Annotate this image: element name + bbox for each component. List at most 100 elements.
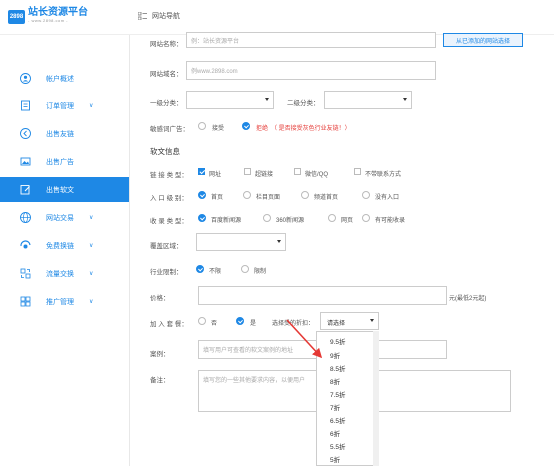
domain-label: 网站域名： [150, 71, 183, 78]
pick-site-button[interactable]: 从已添加的网站选择 [443, 33, 523, 47]
price-input[interactable] [198, 286, 447, 305]
discount-select[interactable]: 请选择 [320, 312, 379, 330]
entry-radio-home[interactable] [198, 191, 206, 199]
package-label: 加 入 套 餐： [150, 321, 188, 328]
sidebar-item-promotion[interactable]: 推广管理 ∨ [0, 289, 129, 314]
logo-subtitle: - www.2898.com - [28, 18, 69, 23]
sidebar-item-traffic-exchange[interactable]: 流量交换 ∨ [0, 261, 129, 286]
entry-option: 没有入口 [375, 195, 400, 201]
package-option-yes: 是 [250, 321, 257, 327]
entry-level-label: 入 口 级 别： [150, 195, 188, 202]
document-icon [21, 100, 30, 111]
logo-title: 站长资源平台 [28, 7, 88, 18]
index-radio-maybe[interactable] [362, 214, 370, 222]
index-type-label: 收 录 类 型： [150, 218, 188, 225]
domain-input[interactable]: 例www.2898.com [186, 61, 436, 80]
discount-label: 选择受的折扣： [272, 321, 315, 327]
dropdown-scrollbar[interactable] [373, 331, 379, 466]
index-radio-baidu[interactable] [198, 214, 206, 222]
sidebar-item-label: 订单管理 [46, 102, 74, 110]
caret-down-icon [277, 240, 281, 243]
discount-option[interactable]: 8折 [330, 376, 340, 386]
entry-radio-column[interactable] [243, 191, 251, 199]
link-type-checkbox-wechat[interactable] [294, 168, 301, 175]
discount-select-value: 请选择 [327, 321, 346, 327]
sidebar-item-orders[interactable]: 订单管理 ∨ [0, 93, 129, 118]
sidebar-item-free-exchange[interactable]: 免费换链 ∨ [0, 233, 129, 258]
discount-option[interactable]: 8.5折 [330, 363, 346, 373]
sidebar-item-label: 帐户概述 [46, 75, 74, 83]
gray-ad-accept-label: 接受 [212, 126, 225, 132]
discount-option[interactable]: 6.5折 [330, 415, 346, 425]
exchange-icon [20, 240, 31, 249]
region-select[interactable] [196, 233, 286, 251]
gray-ad-note: （ 是否接受灰色行业友链！） [271, 126, 351, 132]
discount-option[interactable]: 9折 [330, 350, 340, 360]
region-label: 覆盖区域： [150, 243, 183, 250]
caret-down-icon [265, 98, 269, 101]
site-nav-link[interactable]: 网站导航 [138, 11, 180, 21]
user-icon [20, 73, 31, 84]
index-radio-web[interactable] [328, 214, 336, 222]
category1-label: 一级分类： [150, 100, 183, 107]
discount-option[interactable]: 6折 [330, 428, 340, 438]
industry-radio-unlimited[interactable] [196, 265, 204, 273]
remark-label: 备注： [150, 377, 170, 384]
link-type-option: 不带联系方式 [365, 172, 402, 178]
case-label: 案例： [150, 351, 170, 358]
category2-label: 二级分类： [287, 100, 320, 107]
industry-label: 行业限制： [150, 269, 183, 276]
gray-ad-reject-radio[interactable] [242, 122, 250, 130]
industry-option: 限制 [254, 269, 267, 275]
package-radio-yes[interactable] [236, 317, 244, 325]
index-radio-360[interactable] [263, 214, 271, 222]
industry-option: 不限 [209, 269, 222, 275]
link-type-option: 超链接 [255, 172, 274, 178]
site-name-label: 网站名称： [150, 41, 183, 48]
entry-radio-channel[interactable] [301, 191, 309, 199]
industry-radio-limited[interactable] [241, 265, 249, 273]
sidebar-item-sell-ads[interactable]: 出售广告 [0, 149, 129, 174]
link-type-checkbox-nocontact[interactable] [354, 168, 361, 175]
index-option: 百度新闻源 [211, 218, 242, 224]
sidebar-item-account[interactable]: 帐户概述 [0, 66, 129, 91]
image-icon [20, 157, 31, 166]
discount-option[interactable]: 7折 [330, 402, 340, 412]
entry-option: 栏目页面 [256, 195, 281, 201]
sidebar-item-label: 网站交易 [46, 214, 74, 222]
gray-ad-reject-label: 拒绝 [256, 126, 269, 132]
package-radio-no[interactable] [198, 317, 206, 325]
gray-ad-accept-radio[interactable] [198, 122, 206, 130]
chevron-down-icon: ∨ [89, 243, 94, 249]
sidebar-item-label: 推广管理 [46, 298, 74, 306]
discount-option[interactable]: 9.5折 [330, 336, 346, 346]
category2-select[interactable] [324, 91, 412, 109]
sidebar-item-label: 免费换链 [46, 242, 74, 250]
entry-option: 首页 [211, 195, 224, 201]
discount-option[interactable]: 5折 [330, 454, 340, 464]
index-option: 有可能收录 [375, 218, 406, 224]
package-option-no: 否 [211, 321, 218, 327]
caret-down-icon [370, 319, 374, 322]
entry-radio-none[interactable] [362, 191, 370, 199]
logo[interactable]: 2898 站长资源平台 - www.2898.com - [8, 7, 88, 25]
sidebar: 帐户概述 订单管理 ∨ 出售友链 出售广告 出售软文 网站交易 ∨ 免费换链 ∨… [0, 35, 130, 466]
index-option: 网页 [341, 218, 354, 224]
link-type-option: 微信/QQ [305, 172, 329, 178]
entry-option: 频道首页 [314, 195, 339, 201]
sidebar-item-sell-links[interactable]: 出售友链 [0, 121, 129, 146]
discount-option[interactable]: 5.5折 [330, 441, 346, 451]
link-type-checkbox-url[interactable] [198, 168, 205, 175]
sidebar-item-sell-articles[interactable]: 出售软文 [0, 177, 129, 202]
traffic-icon [20, 268, 31, 279]
discount-option[interactable]: 7.5折 [330, 389, 346, 399]
globe-icon [20, 212, 31, 223]
section-title: 软文信息 [150, 147, 180, 156]
index-option: 360新闻源 [276, 218, 305, 224]
category1-select[interactable] [186, 91, 274, 109]
site-name-input[interactable]: 例：站长资源平台 [186, 32, 436, 48]
gray-ad-label: 敏感词广告： [150, 126, 189, 133]
link-type-checkbox-hyperlink[interactable] [244, 168, 251, 175]
caret-down-icon [403, 98, 407, 101]
sidebar-item-site-trade[interactable]: 网站交易 ∨ [0, 205, 129, 230]
